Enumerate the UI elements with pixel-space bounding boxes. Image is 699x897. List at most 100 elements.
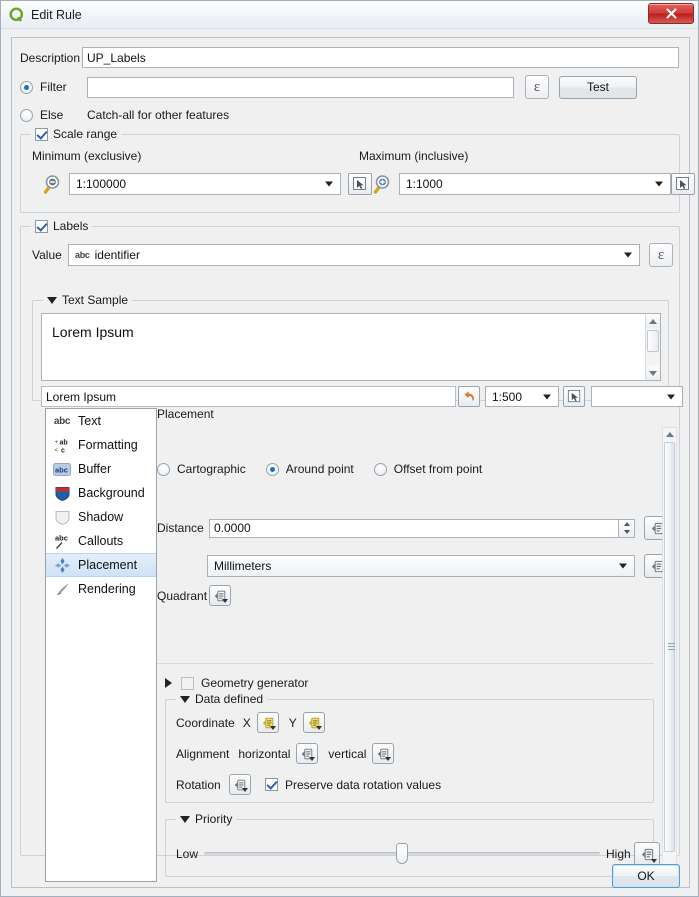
qgis-logo-icon	[9, 7, 25, 23]
test-button[interactable]: Test	[559, 75, 637, 99]
chevron-down-icon[interactable]	[180, 695, 190, 703]
else-label: Else	[40, 108, 64, 122]
scroll-up-icon[interactable]	[663, 428, 676, 441]
description-row: Description UP_Labels	[20, 47, 679, 68]
shadow-shield-icon	[53, 508, 71, 526]
priority-high-label: High	[606, 847, 631, 861]
data-defined-title: Data defined	[176, 692, 268, 706]
scroll-down-icon[interactable]	[646, 366, 660, 380]
else-radio[interactable]	[20, 108, 33, 122]
dialog-body: Description UP_Labels Filter ε Test Else…	[11, 37, 695, 888]
filter-input[interactable]	[87, 76, 514, 98]
ok-button[interactable]: OK	[612, 864, 680, 888]
chevron-right-icon[interactable]	[165, 678, 172, 688]
maximum-scale-picker-button[interactable]	[671, 173, 695, 195]
geometry-generator-checkbox[interactable]	[181, 676, 194, 690]
data-defined-label: Data defined	[195, 692, 264, 706]
chevron-down-icon	[624, 252, 632, 258]
maximum-scale-combo[interactable]: 1:1000	[399, 173, 671, 195]
priority-slider-thumb[interactable]	[396, 843, 408, 864]
text-sample-editor[interactable]: Lorem Ipsum	[41, 313, 661, 381]
distance-input[interactable]: 0.0000	[209, 518, 619, 538]
scroll-up-icon[interactable]	[646, 314, 660, 328]
filter-row: Filter ε Test	[20, 75, 637, 99]
svg-text:+: +	[54, 440, 58, 446]
coordinate-y-label: Y	[288, 715, 297, 730]
distance-label: Distance	[157, 521, 204, 535]
distance-stepper[interactable]	[619, 518, 635, 538]
chevron-down-icon[interactable]	[180, 815, 190, 823]
chevron-down-icon[interactable]	[47, 296, 57, 304]
priority-label: Priority	[195, 812, 233, 826]
sample-scale-picker-button[interactable]	[563, 386, 585, 407]
rotation-data-defined-icon[interactable]	[229, 774, 251, 795]
scale-range-label: Scale range	[53, 127, 118, 141]
placement-panel-scrollbar[interactable]	[662, 427, 677, 875]
filter-radio[interactable]	[20, 80, 33, 94]
minimum-scale-combo[interactable]: 1:100000	[69, 173, 341, 195]
labels-checkbox[interactable]	[35, 219, 48, 233]
priority-title: Priority	[176, 812, 237, 826]
sidebar-item-formatting[interactable]: + ab < c Formatting	[46, 433, 156, 457]
revert-arrow-icon[interactable]	[458, 386, 480, 407]
preview-input[interactable]: Lorem Ipsum	[41, 386, 456, 407]
quadrant-data-defined-icon[interactable]	[209, 585, 231, 606]
sidebar-item-shadow[interactable]: Shadow	[46, 505, 156, 529]
coordinate-x-data-defined-icon[interactable]	[256, 712, 279, 733]
edit-rule-dialog: Edit Rule Description UP_Labels Filter ε…	[0, 0, 699, 897]
text-sample-group: Text Sample Lorem Ipsum Lorem Ipsum 1:50…	[32, 293, 683, 407]
coordinate-label: Coordinate	[176, 715, 235, 730]
scale-range-group: Scale range Minimum (exclusive) Maximum …	[20, 127, 695, 213]
zoom-out-icon	[43, 173, 65, 198]
close-icon[interactable]	[648, 3, 694, 24]
chevron-down-icon	[543, 394, 551, 399]
geometry-generator-label: Geometry generator	[201, 676, 309, 690]
text-sample-scrollbar[interactable]	[645, 314, 660, 380]
description-input[interactable]: UP_Labels	[82, 47, 679, 68]
sidebar-item-text[interactable]: abc Text	[46, 409, 156, 433]
rotation-row: Rotation Preserve data rotation values	[176, 774, 441, 795]
value-field-combo[interactable]: abc identifier	[68, 244, 640, 266]
alignment-vertical-label: vertical	[328, 746, 367, 761]
window-title: Edit Rule	[31, 7, 82, 22]
cartographic-radio[interactable]	[157, 462, 170, 476]
alignment-horizontal-data-defined-icon[interactable]	[296, 743, 319, 764]
maximum-label: Maximum (inclusive)	[359, 149, 469, 163]
settings-category-list[interactable]: abc Text + ab < c Formatting abc Buffer …	[45, 408, 157, 882]
filter-expression-icon[interactable]: ε	[525, 75, 549, 99]
sidebar-item-callouts[interactable]: abc Callouts	[46, 529, 156, 553]
else-hint: Catch-all for other features	[87, 108, 230, 122]
minimum-scale-picker-button[interactable]	[348, 173, 372, 195]
text-sample-content: Lorem Ipsum	[52, 324, 134, 340]
sidebar-item-rendering[interactable]: Rendering	[46, 577, 156, 601]
substitution-combo[interactable]	[591, 386, 683, 407]
scrollbar-thumb[interactable]	[664, 442, 675, 852]
sidebar-item-label: Rendering	[78, 582, 136, 596]
sidebar-item-placement[interactable]: Placement	[46, 553, 156, 577]
sample-scale-value: 1:500	[492, 389, 523, 404]
distance-units-value: Millimeters	[214, 559, 272, 573]
sidebar-item-buffer[interactable]: abc Buffer	[46, 457, 156, 481]
scrollbar-thumb[interactable]	[647, 330, 659, 352]
sidebar-item-label: Shadow	[78, 510, 124, 524]
filter-label: Filter	[40, 80, 67, 94]
priority-low-label: Low	[176, 847, 199, 861]
preserve-rotation-checkbox[interactable]	[265, 778, 278, 791]
priority-data-defined-icon[interactable]	[634, 842, 660, 866]
text-sample-preview-row: Lorem Ipsum 1:500	[41, 386, 683, 407]
offset-from-point-radio[interactable]	[373, 462, 387, 476]
distance-units-combo[interactable]: Millimeters	[207, 555, 635, 577]
alignment-label: Alignment	[176, 746, 230, 761]
around-point-radio[interactable]	[265, 462, 279, 476]
value-expression-icon[interactable]: ε	[649, 243, 673, 267]
coordinate-y-data-defined-icon[interactable]	[302, 712, 325, 733]
sidebar-item-background[interactable]: Background	[46, 481, 156, 505]
value-field-value: identifier	[94, 248, 140, 262]
rendering-brush-icon	[53, 580, 71, 598]
sample-scale-combo[interactable]: 1:500	[485, 386, 559, 407]
minimum-label: Minimum (exclusive)	[32, 149, 142, 163]
alignment-vertical-data-defined-icon[interactable]	[372, 743, 395, 764]
preserve-rotation-label: Preserve data rotation values	[285, 777, 442, 792]
scale-range-checkbox[interactable]	[35, 127, 48, 141]
cartographic-label: Cartographic	[177, 462, 246, 476]
